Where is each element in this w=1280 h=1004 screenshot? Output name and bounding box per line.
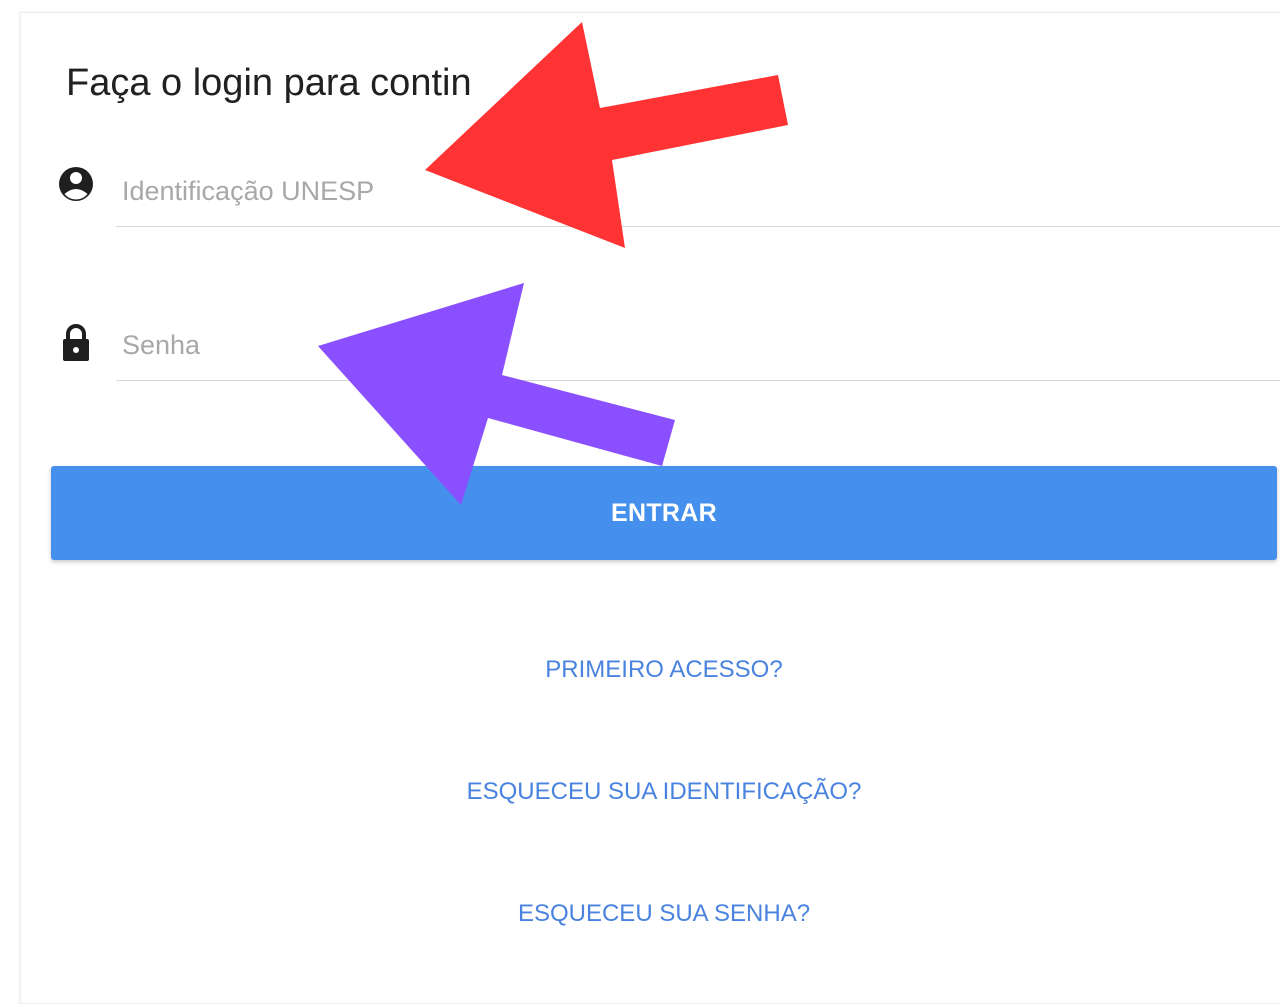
account-circle-icon (58, 164, 94, 204)
first-access-link[interactable]: PRIMEIRO ACESSO? (51, 656, 1277, 684)
username-field[interactable] (116, 170, 1280, 227)
username-input[interactable] (122, 170, 1262, 212)
password-field[interactable] (116, 324, 1280, 381)
page-title: Faça o login para contin (66, 62, 472, 104)
password-input[interactable] (122, 324, 1262, 366)
login-button[interactable]: ENTRAR (51, 466, 1277, 560)
forgot-password-link[interactable]: ESQUECEU SUA SENHA? (51, 900, 1277, 928)
forgot-id-link[interactable]: ESQUECEU SUA IDENTIFICAÇÃO? (51, 778, 1277, 806)
lock-icon (60, 323, 96, 363)
